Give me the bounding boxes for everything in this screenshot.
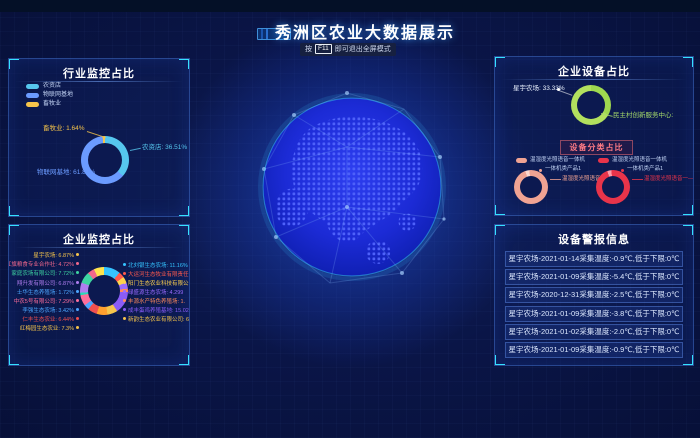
legend-swatch[interactable] xyxy=(26,102,39,107)
panel-title: 企业设备占比 xyxy=(495,63,693,79)
panel-title: 企业监控占比 xyxy=(9,231,189,247)
leader-line xyxy=(632,179,643,180)
panel-title: 设备警报信息 xyxy=(495,231,693,247)
enterprise-label: 新韵生态农业有限公司: 6.879 xyxy=(123,317,190,324)
legend-swatch[interactable] xyxy=(26,84,39,89)
class-callout-right: 温湿度光照语音一— xyxy=(644,175,694,183)
alarm-row: 星宇农场-2020-12-31采集温度:-2.5℃,低于下限:0℃ xyxy=(505,287,683,303)
device-donut-chart[interactable] xyxy=(571,85,611,125)
enterprise-label: 中农5号有限公司: 7.29% xyxy=(14,299,79,306)
sub-label: 一体机类产品1 xyxy=(627,166,663,173)
device-class-title: 设备分类占比 xyxy=(560,140,633,155)
fullscreen-hint: 按F11即可退出全屏模式 xyxy=(300,43,396,56)
page-title: 秀洲区农业大数据展示 xyxy=(30,19,700,43)
enterprise-label: 李强生态农场: 3.42% xyxy=(22,308,79,315)
sub-label: 一体机类产品1 xyxy=(545,166,581,173)
enterprise-label: 大运河生态牧业有限责任公 xyxy=(123,272,190,279)
industry-callout: 物联网基地: 61.85% xyxy=(37,169,95,177)
panel-title: 行业监控占比 xyxy=(9,65,189,81)
f11-key-badge: F11 xyxy=(315,44,332,54)
device-callout-right: 民主村创新服务中心: xyxy=(613,112,673,120)
enterprise-label: 星宇农场: 6.87% xyxy=(33,253,79,260)
legend-item[interactable]: 温湿度光照语音一体机 xyxy=(612,157,667,164)
hint-prefix: 按 xyxy=(305,46,312,53)
donut-hole xyxy=(520,176,542,198)
enterprise-label: 阳门生态农业科技有限公 xyxy=(123,281,189,288)
leader-line xyxy=(550,179,561,180)
enterprise-label: 北刘银生态农场: 11.16% xyxy=(123,263,188,270)
corner-accent xyxy=(683,355,694,366)
legend-swatch[interactable] xyxy=(516,158,527,163)
panel-device-ratio: 企业设备占比 星宇农场: 33.33% 民主村创新服务中心: 设备分类占比 温湿… xyxy=(494,56,694,216)
divider xyxy=(501,79,687,80)
legend-item[interactable]: 物联网基地 xyxy=(43,92,73,99)
divider xyxy=(15,247,183,248)
legend-swatch[interactable] xyxy=(598,158,609,163)
alarm-row: 星宇农场-2021-01-09采集温度:-3.8℃,低于下限:0℃ xyxy=(505,306,683,322)
industry-callout: 农资店: 36.51% xyxy=(142,144,187,152)
panel-enterprise-ratio: 企业监控占比 星宇农场: 6.87% 红旗粮食专业合作社: 4.72% 家庭农场… xyxy=(8,224,190,366)
class-donut-right[interactable] xyxy=(596,170,630,204)
legend-item[interactable]: 畜牧业 xyxy=(43,101,61,108)
enterprise-label: 翔升发有限公司: 6.87% xyxy=(17,281,79,288)
leader-line xyxy=(130,148,141,151)
corner-accent xyxy=(683,205,694,216)
top-strip xyxy=(0,0,700,12)
donut-hole xyxy=(577,91,605,119)
alarm-row: 星宇农场-2021-01-09采集温度:-0.9℃,低于下限:0℃ xyxy=(505,342,683,358)
legend-item[interactable]: 温湿度光照语音一体机 xyxy=(530,157,585,164)
class-donut-left[interactable] xyxy=(514,170,548,204)
enterprise-label: 绿盛源生态农场: 4.299 xyxy=(123,290,183,297)
globe-graphic xyxy=(252,87,452,287)
corner-accent xyxy=(179,206,190,217)
dashboard-root: 秀洲区农业大数据展示 按F11即可退出全屏模式 行业监控占比 农资店 物联网基地… xyxy=(0,0,700,438)
enterprise-label: 仁丰生态农业: 6.44% xyxy=(22,317,79,324)
donut-hole xyxy=(602,176,624,198)
corner-accent xyxy=(8,206,19,217)
corner-accent xyxy=(8,355,19,366)
donut-hole xyxy=(88,275,120,307)
divider xyxy=(15,81,183,82)
hint-suffix: 即可退出全屏模式 xyxy=(335,46,391,53)
industry-callout: 畜牧业: 1.64% xyxy=(43,125,85,133)
alarm-row: 星宇农场-2021-01-14采集温度:-0.9℃,低于下限:0℃ xyxy=(505,251,683,267)
legend-swatch[interactable] xyxy=(26,93,39,98)
device-callout-left: 星宇农场: 33.33% xyxy=(513,85,565,93)
corner-accent xyxy=(494,205,505,216)
corner-accent xyxy=(494,355,505,366)
alarm-row: 星宇农场-2021-01-02采集温度:-2.0℃,低于下限:0℃ xyxy=(505,324,683,340)
enterprise-donut-chart[interactable] xyxy=(80,267,128,315)
enterprise-label: 士华生态养殖场: 1.72% xyxy=(17,290,79,297)
enterprise-label: 红旗粮食专业合作社: 4.72% xyxy=(8,262,79,269)
enterprise-label: 成丰蛋鸡养殖基地: 15.02% xyxy=(123,308,190,315)
enterprise-label: 红梅园生态农业: 7.3% xyxy=(20,326,79,333)
enterprise-label: 家庭农场有限公司: 7.72% xyxy=(11,271,79,278)
panel-device-alarms: 设备警报信息 星宇农场-2021-01-14采集温度:-0.9℃,低于下限:0℃… xyxy=(494,224,694,366)
panel-industry-ratio: 行业监控占比 农资店 物联网基地 畜牧业 畜牧业: 1.64% 农资店: 36.… xyxy=(8,58,190,217)
enterprise-label: 丰源水产特色养殖场: 1. xyxy=(123,299,185,306)
legend-item[interactable]: 农资店 xyxy=(43,83,61,90)
corner-accent xyxy=(179,355,190,366)
alarm-row: 星宇农场-2021-01-09采集温度:-5.4℃,低于下限:0℃ xyxy=(505,269,683,285)
